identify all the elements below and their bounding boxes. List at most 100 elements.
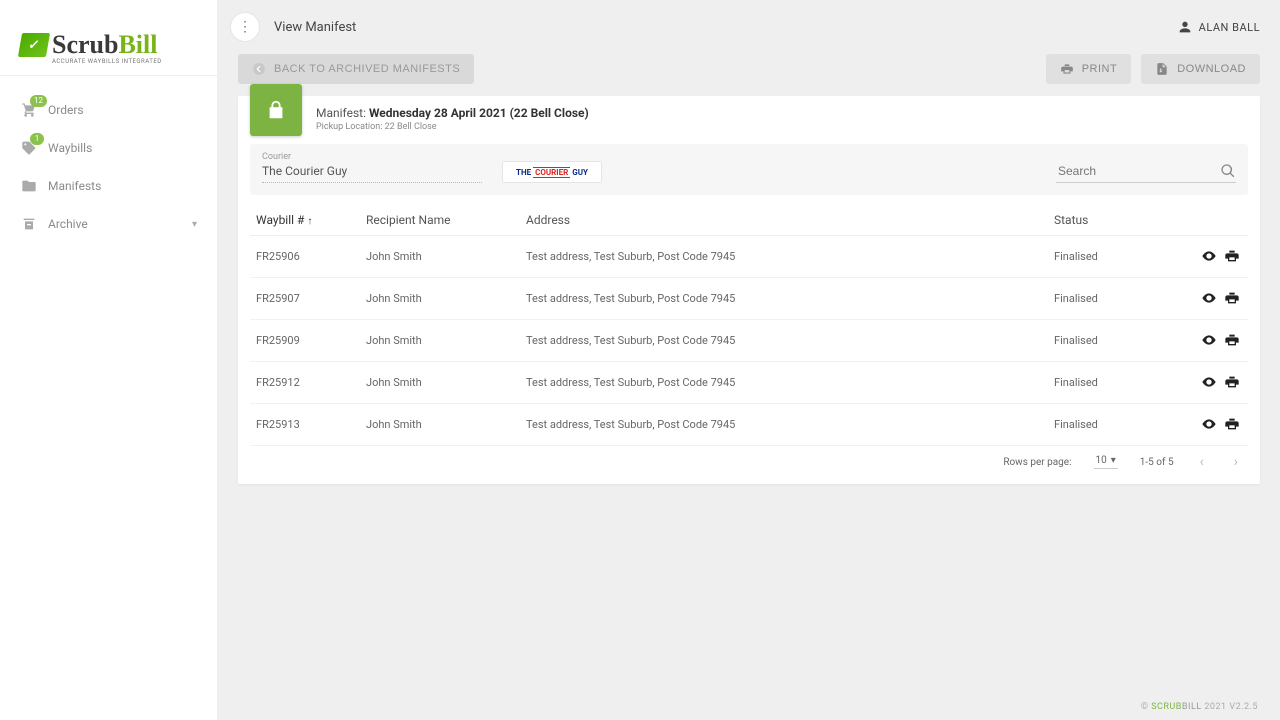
- pickup-value: 22 Bell Close: [385, 122, 437, 132]
- cell-waybill: FR25912: [250, 362, 360, 404]
- dropdown-icon: ▾: [1111, 455, 1116, 466]
- view-icon[interactable]: [1199, 246, 1219, 266]
- cell-address: Test address, Test Suburb, Post Code 794…: [520, 362, 1048, 404]
- waybills-badge: 1: [30, 133, 44, 145]
- person-icon: [1177, 19, 1193, 35]
- cell-address: Test address, Test Suburb, Post Code 794…: [520, 236, 1048, 278]
- nav-manifests[interactable]: Manifests: [0, 167, 217, 205]
- print-button[interactable]: PRINT: [1046, 54, 1132, 84]
- brand-part2: Bill: [118, 30, 157, 59]
- manifest-header: Manifest: Wednesday 28 April 2021 (22 Be…: [238, 96, 1260, 136]
- waybill-table: Waybill # ↑ Recipient Name Address Statu…: [250, 203, 1248, 446]
- back-icon: [252, 62, 266, 76]
- cell-recipient: John Smith: [360, 278, 520, 320]
- archive-icon: [20, 215, 38, 233]
- print-row-icon[interactable]: [1222, 372, 1242, 392]
- cell-address: Test address, Test Suburb, Post Code 794…: [520, 404, 1048, 446]
- cell-status: Finalised: [1048, 278, 1168, 320]
- print-icon: [1060, 62, 1074, 76]
- cell-waybill: FR25913: [250, 404, 360, 446]
- nav: 12 Orders 1 Waybills Manifests: [0, 86, 217, 248]
- page-range: 1-5 of 5: [1140, 457, 1174, 468]
- cell-address: Test address, Test Suburb, Post Code 794…: [520, 320, 1048, 362]
- cell-recipient: John Smith: [360, 236, 520, 278]
- view-icon[interactable]: [1199, 288, 1219, 308]
- download-label: DOWNLOAD: [1177, 63, 1246, 75]
- table-row: FR25913John SmithTest address, Test Subu…: [250, 404, 1248, 446]
- courier-label: Courier: [262, 152, 482, 162]
- nav-waybills-label: Waybills: [48, 141, 92, 155]
- search-icon: [1220, 163, 1236, 179]
- col-waybill[interactable]: Waybill # ↑: [250, 203, 360, 236]
- toolbar: BACK TO ARCHIVED MANIFESTS PRINT DOWNLOA…: [218, 50, 1280, 96]
- more-menu-button[interactable]: ⋮: [230, 12, 260, 42]
- table-row: FR25907John SmithTest address, Test Subu…: [250, 278, 1248, 320]
- rows-per-page-label: Rows per page:: [1003, 457, 1071, 468]
- brand-part1: Scrub: [52, 30, 118, 59]
- download-icon: [1155, 62, 1169, 76]
- sidebar: ✓ ScrubBill ACCURATE WAYBILLS INTEGRATED…: [0, 0, 218, 720]
- cell-status: Finalised: [1048, 362, 1168, 404]
- pagination: Rows per page: 10 ▾ 1-5 of 5 ‹ ›: [238, 446, 1260, 484]
- prev-page-button[interactable]: ‹: [1196, 454, 1208, 470]
- topbar: ⋮ View Manifest ALAN BALL: [218, 0, 1280, 50]
- print-row-icon[interactable]: [1222, 414, 1242, 434]
- nav-manifests-label: Manifests: [48, 179, 101, 193]
- search-box[interactable]: [1056, 160, 1236, 183]
- next-page-button[interactable]: ›: [1230, 454, 1242, 470]
- nav-orders-label: Orders: [48, 103, 84, 117]
- view-icon[interactable]: [1199, 330, 1219, 350]
- user-profile[interactable]: ALAN BALL: [1177, 19, 1260, 35]
- rows-per-page-select[interactable]: 10 ▾: [1094, 455, 1118, 469]
- table-row: FR25912John SmithTest address, Test Subu…: [250, 362, 1248, 404]
- search-input[interactable]: [1056, 160, 1220, 182]
- print-row-icon[interactable]: [1222, 246, 1242, 266]
- back-label: BACK TO ARCHIVED MANIFESTS: [274, 63, 460, 75]
- user-name: ALAN BALL: [1199, 21, 1260, 34]
- nav-archive-label: Archive: [48, 217, 88, 231]
- col-recipient[interactable]: Recipient Name: [360, 203, 520, 236]
- table-row: FR25909John SmithTest address, Test Subu…: [250, 320, 1248, 362]
- print-row-icon[interactable]: [1222, 288, 1242, 308]
- cell-recipient: John Smith: [360, 320, 520, 362]
- table-row: FR25906John SmithTest address, Test Subu…: [250, 236, 1248, 278]
- col-status[interactable]: Status: [1048, 203, 1168, 236]
- nav-archive[interactable]: Archive ▾: [0, 205, 217, 243]
- cell-waybill: FR25906: [250, 236, 360, 278]
- main: ⋮ View Manifest ALAN BALL BACK TO ARCHIV…: [218, 0, 1280, 720]
- cell-address: Test address, Test Suburb, Post Code 794…: [520, 278, 1048, 320]
- print-row-icon[interactable]: [1222, 330, 1242, 350]
- cell-status: Finalised: [1048, 404, 1168, 446]
- cell-status: Finalised: [1048, 320, 1168, 362]
- view-icon[interactable]: [1199, 414, 1219, 434]
- manifest-title: Wednesday 28 April 2021 (22 Bell Close): [369, 106, 589, 120]
- download-button[interactable]: DOWNLOAD: [1141, 54, 1260, 84]
- logo: ✓ ScrubBill ACCURATE WAYBILLS INTEGRATED: [0, 10, 217, 76]
- cell-waybill: FR25909: [250, 320, 360, 362]
- back-button[interactable]: BACK TO ARCHIVED MANIFESTS: [238, 54, 474, 84]
- pickup-label: Pickup Location:: [316, 122, 382, 132]
- cell-recipient: John Smith: [360, 362, 520, 404]
- cell-recipient: John Smith: [360, 404, 520, 446]
- nav-waybills[interactable]: 1 Waybills: [0, 129, 217, 167]
- print-label: PRINT: [1082, 63, 1118, 75]
- folder-icon: [20, 177, 38, 195]
- courier-value: The Courier Guy: [262, 162, 482, 183]
- brand-tagline: ACCURATE WAYBILLS INTEGRATED: [52, 58, 197, 65]
- footer: © SCRUBBILL 2021 V2.2.5: [1141, 702, 1258, 712]
- courier-field[interactable]: Courier The Courier Guy: [262, 152, 482, 183]
- logo-icon: ✓: [18, 33, 50, 57]
- orders-badge: 12: [30, 95, 47, 107]
- col-address[interactable]: Address: [520, 203, 1048, 236]
- view-icon[interactable]: [1199, 372, 1219, 392]
- courier-logo: THE COURIER GUY: [502, 161, 602, 183]
- cell-waybill: FR25907: [250, 278, 360, 320]
- sort-asc-icon: ↑: [307, 216, 312, 227]
- filter-row: Courier The Courier Guy THE COURIER GUY: [250, 144, 1248, 195]
- chevron-down-icon: ▾: [192, 219, 197, 230]
- cell-status: Finalised: [1048, 236, 1168, 278]
- nav-orders[interactable]: 12 Orders: [0, 91, 217, 129]
- lock-icon: [250, 84, 302, 136]
- page-title: View Manifest: [274, 20, 356, 35]
- manifest-prefix: Manifest:: [316, 106, 366, 120]
